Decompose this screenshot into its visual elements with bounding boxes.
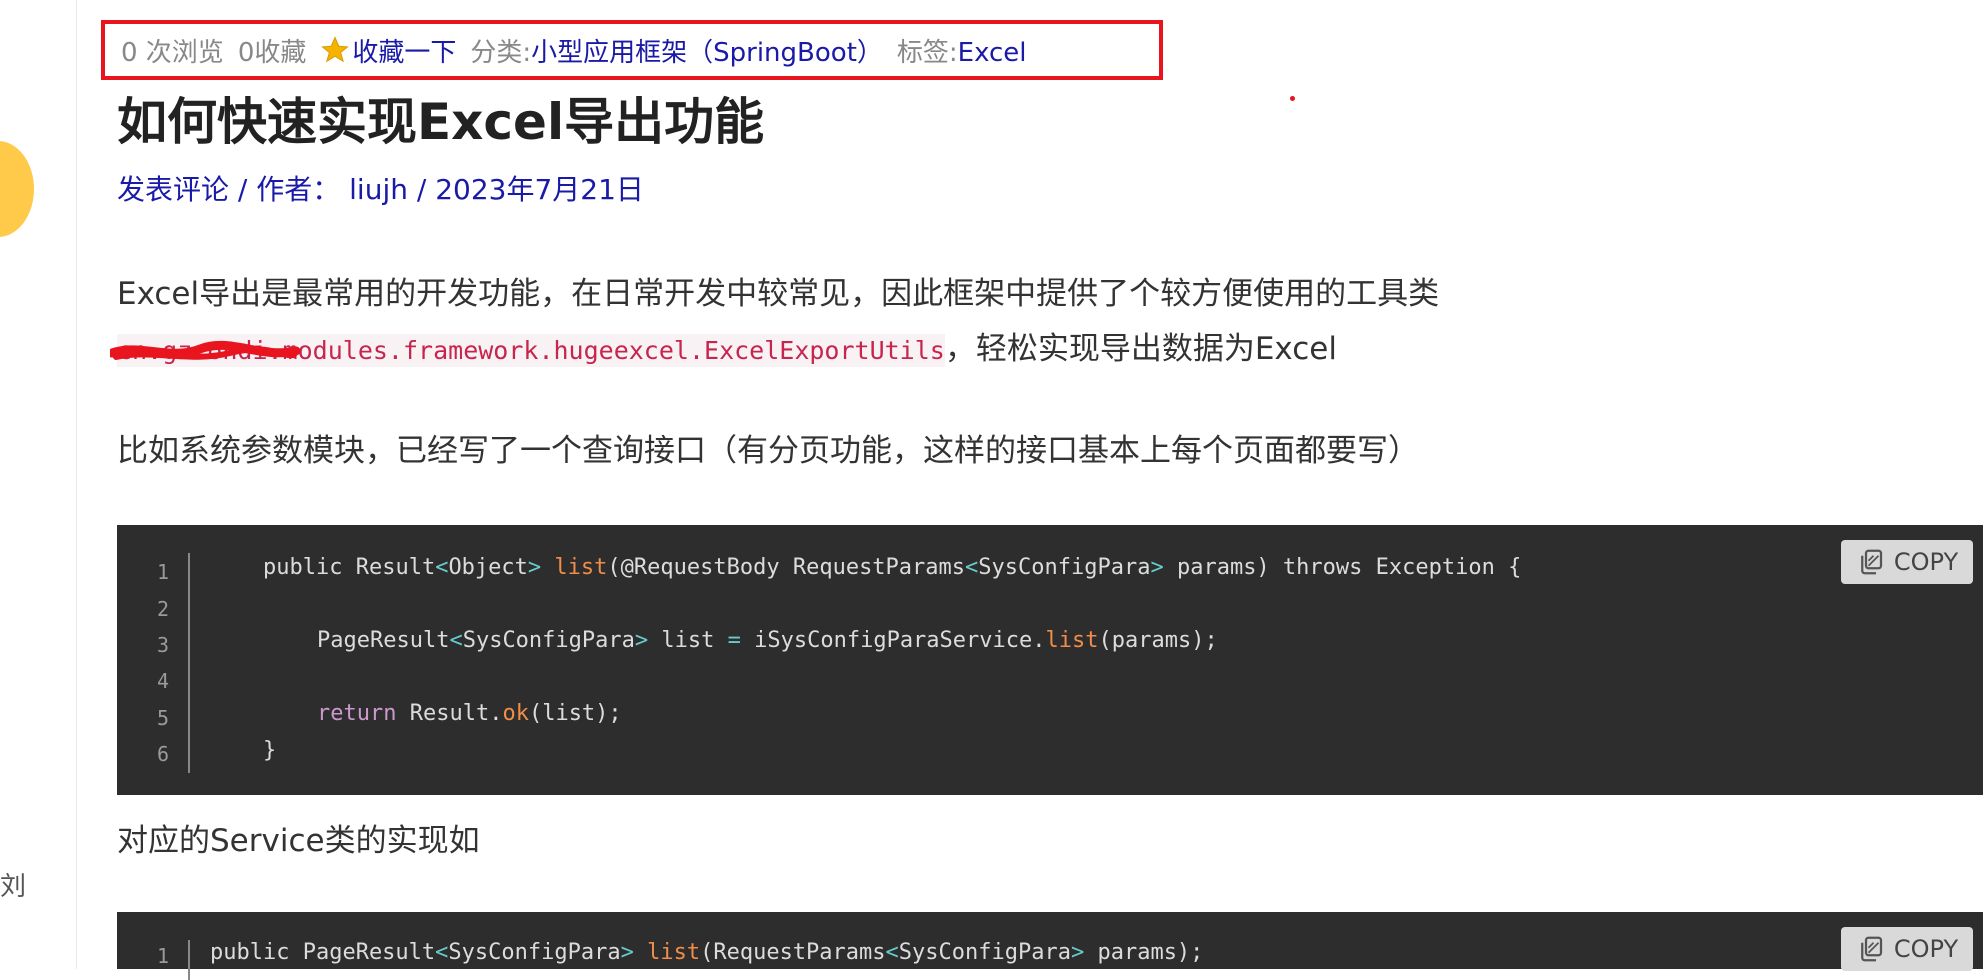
line-number: 5 xyxy=(156,706,169,730)
code-block: 1 public PageResult<SysConfigPara> list(… xyxy=(117,912,1983,980)
left-sidebar: 刘 xyxy=(0,0,77,969)
paragraph-service: 对应的Service类的实现如 xyxy=(117,823,480,859)
avatar xyxy=(0,141,34,237)
redaction-scribble xyxy=(110,340,300,360)
line-number: 3 xyxy=(156,633,169,657)
line-number: 4 xyxy=(156,669,169,693)
code-line: public Result<Object> list(@RequestBody … xyxy=(263,555,1522,580)
copy-button[interactable]: COPY xyxy=(1841,927,1973,971)
post-meta-bar: 0 次浏览 0收藏 收藏一下 分类:小型应用框架（SpringBoot） 标签:… xyxy=(101,20,1163,80)
tag-link[interactable]: Excel xyxy=(958,38,1027,68)
copy-label: COPY xyxy=(1893,548,1959,576)
line-number: 1 xyxy=(156,944,169,968)
line-number: 1 xyxy=(156,560,169,584)
line-number: 2 xyxy=(156,597,169,621)
post-title: 如何快速实现Excel导出功能 xyxy=(117,93,765,151)
copy-icon xyxy=(1860,549,1882,575)
copy-label: COPY xyxy=(1893,935,1959,963)
code-line: return Result.ok(list); xyxy=(317,701,622,726)
code-block: 1 2 3 4 5 6 public Result<Object> list(@… xyxy=(117,525,1983,795)
code-line: PageResult<SysConfigPara> list = iSysCon… xyxy=(317,628,1218,653)
code-line: public PageResult<SysConfigPara> list(Re… xyxy=(210,940,1204,965)
view-count: 0 次浏览 xyxy=(121,37,224,68)
paragraph-intro: Excel导出是最常用的开发功能，在日常开发中较常见，因此框架中提供了个较方便使… xyxy=(117,276,1440,312)
copy-button[interactable]: COPY xyxy=(1841,540,1973,584)
line-number: 6 xyxy=(156,742,169,766)
star-icon xyxy=(321,36,350,63)
favorite-action[interactable]: 收藏一下 xyxy=(320,32,456,69)
paragraph-example: 比如系统参数模块，已经写了一个查询接口（有分页功能，这样的接口基本上每个页面都要… xyxy=(117,433,1419,469)
favorite-link[interactable]: 收藏一下 xyxy=(352,32,456,69)
code-line: } xyxy=(263,738,277,763)
post-byline[interactable]: 发表评论 / 作者： liujh / 2023年7月21日 xyxy=(117,168,644,208)
code-gutter-divider xyxy=(188,940,190,980)
sidebar-text-fragment: 刘 xyxy=(0,872,27,902)
tags-label: 标签: xyxy=(896,37,958,68)
code-gutter-divider xyxy=(188,553,190,773)
category-link[interactable]: 小型应用框架（SpringBoot） xyxy=(531,38,883,68)
favorite-count: 0收藏 xyxy=(237,37,307,68)
annotation-dot xyxy=(1290,96,1295,101)
category-label: 分类: xyxy=(470,37,532,68)
copy-icon xyxy=(1860,936,1882,962)
